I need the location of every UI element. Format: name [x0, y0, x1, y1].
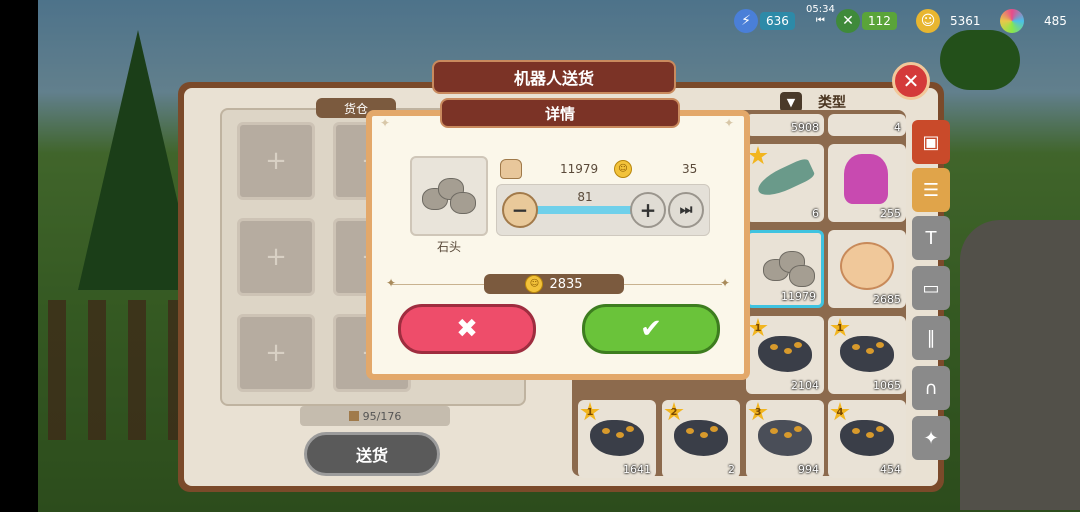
cargo-slot[interactable]: + — [237, 218, 315, 296]
level-star: 4 — [830, 402, 850, 421]
stone-icon — [789, 265, 815, 287]
type-label: 类型 — [818, 95, 846, 111]
horseshoe-icon[interactable]: ∩ — [912, 366, 950, 410]
item-count: 11979 — [781, 290, 816, 303]
rewind-icon: ⏮ — [815, 15, 825, 26]
item-count: 454 — [880, 463, 901, 476]
coin-icon: ☺ — [614, 160, 632, 178]
cargo-slot[interactable]: + — [237, 122, 315, 200]
fence-icon[interactable]: ∥ — [912, 316, 950, 360]
inventory-cell[interactable]: 2 2 — [662, 400, 740, 478]
plus-button[interactable]: + — [630, 192, 666, 228]
gem-icon — [1000, 9, 1024, 33]
level-star: 1 — [580, 402, 600, 421]
inventory-cell-selected[interactable]: 11979 — [746, 230, 824, 308]
capacity-indicator: 95/176 — [300, 406, 450, 426]
chevron-down-icon: ▼ — [780, 92, 802, 112]
level-star: 2 — [664, 402, 684, 421]
coin-icon: ☺ — [525, 275, 544, 293]
burger-icon[interactable]: ☰ — [912, 168, 950, 212]
dialog-title: 详情 — [440, 98, 680, 128]
ore-icon — [840, 336, 894, 372]
item-count: 1065 — [873, 379, 901, 392]
timer-block: 05:34 ⏮ — [806, 4, 835, 34]
cancel-button[interactable]: ✖ — [398, 304, 536, 354]
item-count: 4 — [894, 121, 901, 134]
timer: 05:34 — [806, 4, 835, 15]
coins-value: 5361 — [950, 14, 981, 28]
stone-icon — [450, 192, 476, 214]
item-count: 1641 — [623, 463, 651, 476]
stock-row: 11979 — [500, 158, 598, 180]
energy-value: 636 — [760, 12, 795, 30]
shirt-icon[interactable]: T — [912, 216, 950, 260]
ore-icon — [590, 420, 644, 456]
tools-counter[interactable]: ✕ 112 — [836, 6, 897, 36]
quantity-value: 81 — [577, 190, 593, 204]
capacity-value: 95/176 — [362, 409, 402, 423]
inventory-cell[interactable]: 4 454 — [828, 400, 906, 478]
energy-counter[interactable]: ⚡ 636 — [734, 6, 795, 36]
confirm-button[interactable]: ✔ — [582, 304, 720, 354]
total-value: 2835 — [549, 276, 583, 292]
item-count: 2 — [728, 463, 735, 476]
level-star: 3 — [748, 402, 768, 421]
sofa-icon[interactable]: ▭ — [912, 266, 950, 310]
item-count: 5908 — [791, 121, 819, 134]
level-star: 1 — [748, 318, 768, 337]
item-count: 2685 — [873, 293, 901, 306]
inventory-cell[interactable]: 1 1065 — [828, 316, 906, 394]
coin-icon: ☺ — [916, 9, 940, 33]
bag-icon — [500, 159, 522, 179]
corner-ornament: ✦ — [380, 116, 391, 130]
inventory-cell[interactable]: 255 — [828, 144, 906, 222]
ore-icon — [840, 420, 894, 456]
gems-counter[interactable]: 485 — [1000, 6, 1067, 36]
inventory-cell[interactable]: 5908 — [746, 114, 824, 136]
stock-value: 11979 — [560, 162, 599, 176]
window-title: 机器人送货 — [432, 60, 676, 94]
item-count: 255 — [880, 207, 901, 220]
deliver-button[interactable]: 送货 — [304, 432, 440, 476]
coral-icon — [844, 154, 888, 204]
price-row: ☺ 35 — [614, 158, 697, 180]
cross-icon: ✖ — [456, 314, 478, 344]
max-button[interactable]: ⏭ — [668, 192, 704, 228]
minus-button[interactable]: − — [502, 192, 538, 228]
divider-ornament: ✦ — [386, 276, 397, 290]
ore-icon — [674, 420, 728, 456]
box-icon[interactable]: ▣ — [912, 120, 950, 164]
item-count: 994 — [798, 463, 819, 476]
coins-counter[interactable]: ☺ 5361 — [916, 6, 981, 36]
item-preview — [410, 156, 488, 236]
gems-value: 485 — [1044, 14, 1067, 28]
divider-ornament: ✦ — [720, 276, 731, 290]
level-star: 1 — [830, 318, 850, 337]
item-count: 2104 — [791, 379, 819, 392]
cargo-slot[interactable]: + — [237, 314, 315, 392]
total-price: ☺ 2835 — [484, 274, 624, 294]
inventory-cell[interactable]: 1 2104 — [746, 316, 824, 394]
inventory-cell[interactable]: 3 994 — [746, 400, 824, 478]
item-count: 6 — [812, 207, 819, 220]
corner-ornament: ✦ — [724, 116, 735, 130]
inventory-cell[interactable]: 6 — [746, 144, 824, 222]
energy-icon: ⚡ — [734, 9, 758, 33]
ore-icon — [758, 336, 812, 372]
ore-icon — [758, 420, 812, 456]
inventory-cell[interactable]: 2685 — [828, 230, 906, 308]
item-name: 石头 — [436, 240, 461, 254]
compass-icon[interactable]: ✦ — [912, 416, 950, 460]
shell-icon — [840, 242, 894, 290]
box-icon — [348, 411, 359, 421]
tools-value: 112 — [862, 12, 897, 30]
check-icon: ✔ — [640, 314, 662, 344]
inventory-cell[interactable]: 4 — [828, 114, 906, 136]
unit-price: 35 — [682, 162, 698, 176]
star-icon — [748, 146, 768, 165]
tools-icon: ✕ — [836, 9, 860, 33]
inventory-cell[interactable]: 1 1641 — [578, 400, 656, 478]
